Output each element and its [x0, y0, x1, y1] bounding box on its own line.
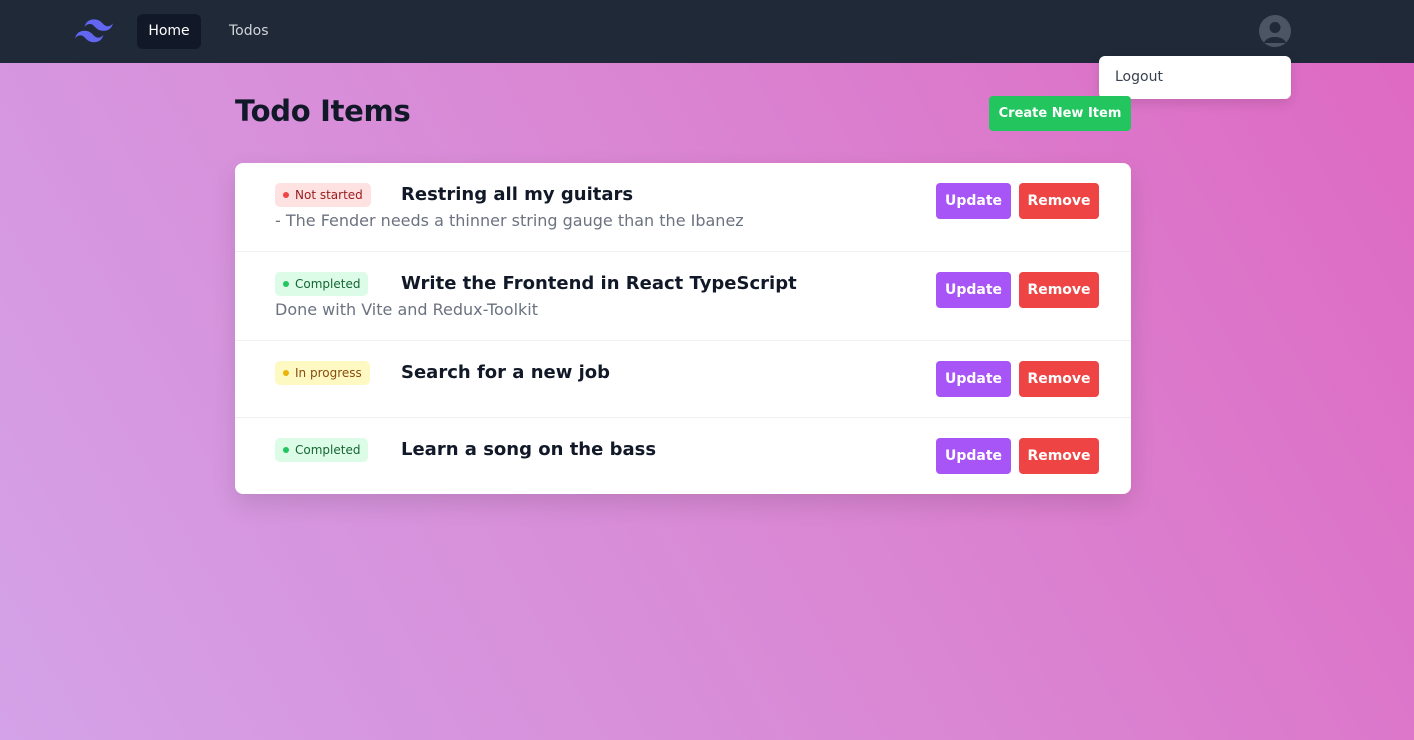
- status-dot-icon: [283, 192, 289, 198]
- status-label: Not started: [295, 188, 363, 202]
- status-badge: Completed: [275, 272, 369, 296]
- status-label: In progress: [295, 366, 362, 380]
- update-button[interactable]: Update: [936, 361, 1011, 397]
- nav-link-home[interactable]: Home: [137, 14, 201, 49]
- todo-item: In progress Search for a new job Update …: [235, 341, 1131, 418]
- status-badge: Not started: [275, 183, 371, 207]
- page-title: Todo Items: [235, 94, 411, 128]
- status-badge: In progress: [275, 361, 370, 385]
- create-new-item-button[interactable]: Create New Item: [989, 96, 1131, 131]
- remove-button[interactable]: Remove: [1019, 272, 1099, 308]
- remove-button[interactable]: Remove: [1019, 361, 1099, 397]
- status-dot-icon: [283, 370, 289, 376]
- remove-button[interactable]: Remove: [1019, 183, 1099, 219]
- update-button[interactable]: Update: [936, 438, 1011, 474]
- status-dot-icon: [283, 447, 289, 453]
- user-menu-dropdown: Logout: [1099, 56, 1291, 99]
- todo-item: Completed Learn a song on the bass Updat…: [235, 418, 1131, 494]
- todo-title: Write the Frontend in React TypeScript: [401, 273, 797, 294]
- todo-title: Restring all my guitars: [401, 184, 634, 205]
- nav-link-todos[interactable]: Todos: [217, 14, 280, 49]
- user-avatar-icon[interactable]: [1259, 15, 1291, 47]
- status-dot-icon: [283, 281, 289, 287]
- update-button[interactable]: Update: [936, 272, 1011, 308]
- logout-menu-item[interactable]: Logout: [1099, 56, 1291, 99]
- todo-title: Search for a new job: [401, 362, 611, 383]
- update-button[interactable]: Update: [936, 183, 1011, 219]
- status-label: Completed: [295, 443, 361, 457]
- todo-description: - The Fender needs a thinner string gaug…: [275, 211, 744, 230]
- top-navbar: Home Todos: [0, 0, 1414, 63]
- remove-button[interactable]: Remove: [1019, 438, 1099, 474]
- todo-item: Not started Restring all my guitars - Th…: [235, 163, 1131, 252]
- status-label: Completed: [295, 277, 361, 291]
- todo-title: Learn a song on the bass: [401, 439, 657, 460]
- todo-list: Not started Restring all my guitars - Th…: [235, 163, 1131, 494]
- status-badge: Completed: [275, 438, 369, 462]
- todo-description: Done with Vite and Redux-Toolkit: [275, 300, 539, 319]
- todo-item: Completed Write the Frontend in React Ty…: [235, 252, 1131, 341]
- tailwind-logo-icon[interactable]: [75, 18, 113, 44]
